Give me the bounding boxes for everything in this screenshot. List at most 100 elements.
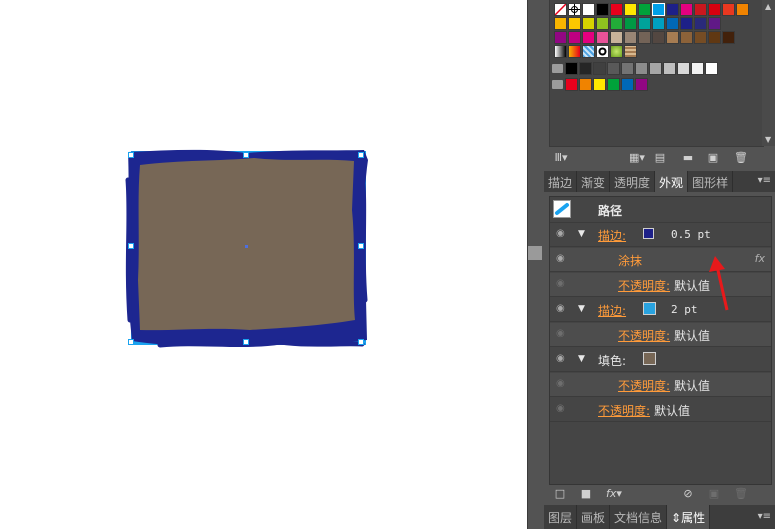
swatch[interactable] [708,31,721,44]
panel-menu-icon[interactable]: ▾≡ [758,175,771,186]
swatch[interactable] [624,31,637,44]
duplicate-item-icon[interactable]: ▣ [708,488,720,500]
swatch[interactable] [694,3,707,16]
panel-menu-icon[interactable]: ▾≡ [758,511,771,522]
folder-icon[interactable] [552,64,563,73]
expand-triangle-icon[interactable]: ▼ [578,354,585,364]
swatch[interactable] [638,3,651,16]
opacity-label[interactable]: 不透明度: [618,277,670,294]
swatch[interactable] [579,62,592,75]
delete-swatch-icon[interactable]: 🗑 [734,152,748,164]
swatch[interactable] [593,78,606,91]
swatch-selected[interactable] [652,3,665,16]
visibility-eye-icon[interactable]: ◉ [556,253,565,264]
opacity-label[interactable]: 不透明度: [598,402,650,419]
stroke-color-chip[interactable] [643,302,656,315]
stroke-label[interactable]: 描边: [598,227,626,244]
swatch[interactable] [722,31,735,44]
swatch[interactable] [705,62,718,75]
swatch[interactable] [736,3,749,16]
swatch[interactable] [680,31,693,44]
artboard-canvas[interactable] [0,0,527,529]
tab-artboards[interactable]: 画板 [577,505,611,529]
swatch[interactable] [624,3,637,16]
pattern-swatch[interactable] [610,45,623,58]
swatch[interactable] [680,3,693,16]
tab-gradient[interactable]: 渐变 [577,171,611,192]
swatch[interactable] [635,62,648,75]
swatch[interactable] [582,17,595,30]
swatch[interactable] [624,17,637,30]
new-swatch-icon[interactable]: ▣ [707,152,719,164]
gradient-swatch[interactable] [568,45,581,58]
show-kinds-icon[interactable]: ▦▾ [628,152,646,164]
fill-color-chip[interactable] [643,352,656,365]
stroke-weight-value[interactable]: 2 pt [671,303,698,316]
tab-layers[interactable]: 图层 [544,505,578,529]
stroke-label[interactable]: 描边: [598,302,626,319]
add-new-stroke-icon[interactable]: □ [554,488,566,500]
opacity-label[interactable]: 不透明度: [618,377,670,394]
swatch[interactable] [722,3,735,16]
swatch[interactable] [579,78,592,91]
tab-stroke[interactable]: 描边 [544,171,578,192]
clear-appearance-icon[interactable]: ⊘ [682,488,694,500]
swatch[interactable] [607,78,620,91]
swatch[interactable] [638,17,651,30]
swatch[interactable] [593,62,606,75]
swatch[interactable] [666,3,679,16]
scribble-effect-label[interactable]: 涂抹 [618,252,642,269]
stroke-row-1[interactable]: ◉ ▼ 描边: 0.5 pt [550,223,771,247]
swatch[interactable] [638,31,651,44]
visibility-eye-icon[interactable]: ◉ [556,353,565,364]
registration-swatch[interactable] [568,3,581,16]
swatch[interactable] [596,31,609,44]
swatch[interactable] [554,17,567,30]
visibility-eye-icon[interactable]: ◉ [556,403,565,414]
swatch[interactable] [663,62,676,75]
swatch[interactable] [666,31,679,44]
tab-attributes[interactable]: ⇕属性 [667,505,711,529]
pattern-swatch[interactable] [596,45,609,58]
panel-dock-divider[interactable] [527,0,545,529]
swatch-options-icon[interactable]: ▤ [654,152,666,164]
swatch[interactable] [582,3,595,16]
swatch[interactable] [666,17,679,30]
opacity-row-stroke2[interactable]: ◉ 不透明度: 默认值 [550,323,771,347]
folder-icon[interactable] [552,80,563,89]
swatch[interactable] [694,17,707,30]
tab-graphic-styles[interactable]: 图形样 [688,171,734,192]
swatch[interactable] [652,17,665,30]
swatch[interactable] [708,17,721,30]
pattern-swatch[interactable] [624,45,637,58]
scroll-up-icon[interactable]: ▲ [765,2,771,11]
swatch[interactable] [596,17,609,30]
visibility-eye-icon[interactable]: ◉ [556,228,565,239]
swatch[interactable] [621,62,634,75]
visibility-eye-icon[interactable]: ◉ [556,328,565,339]
fill-label[interactable]: 填色: [598,352,626,369]
opacity-row-object[interactable]: ◉ 不透明度: 默认值 [550,398,771,422]
none-swatch[interactable] [554,3,567,16]
swatch[interactable] [596,3,609,16]
swatch[interactable] [691,62,704,75]
swatch[interactable] [582,31,595,44]
selected-path-artwork[interactable] [0,0,527,529]
stroke-color-chip[interactable] [643,228,654,239]
swatch[interactable] [677,62,690,75]
swatch[interactable] [635,78,648,91]
swatch[interactable] [607,62,620,75]
swatch[interactable] [694,31,707,44]
gradient-swatch[interactable] [554,45,567,58]
swatch[interactable] [708,3,721,16]
swatch[interactable] [652,31,665,44]
swatch[interactable] [565,62,578,75]
swatch[interactable] [610,3,623,16]
dock-collapse-handle[interactable] [528,246,542,260]
swatches-scrollbar[interactable]: ▲ ▼ [762,0,775,146]
swatch[interactable] [568,31,581,44]
opacity-row-fill[interactable]: ◉ 不透明度: 默认值 [550,373,771,397]
visibility-eye-icon[interactable]: ◉ [556,378,565,389]
expand-triangle-icon[interactable]: ▼ [578,229,585,239]
swatch[interactable] [554,31,567,44]
